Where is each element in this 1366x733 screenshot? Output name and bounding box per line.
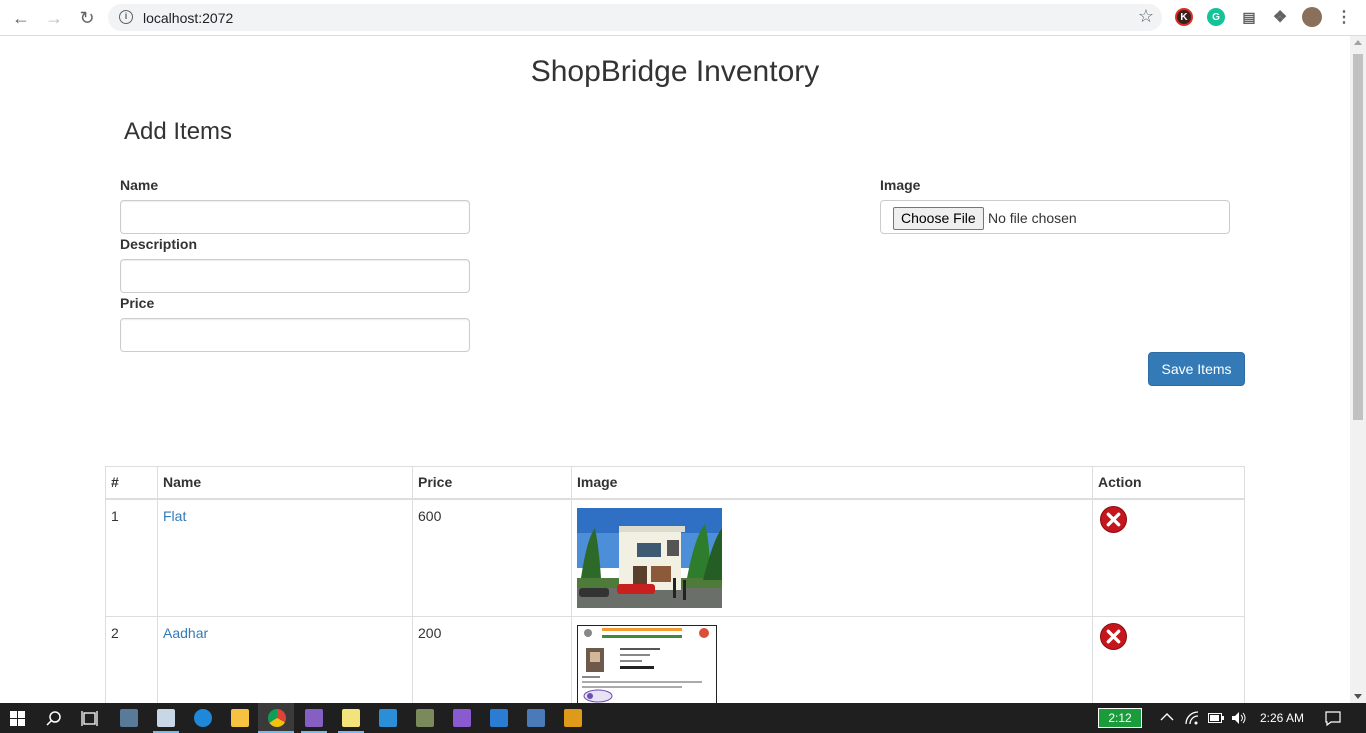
vertical-scrollbar[interactable] (1350, 36, 1366, 703)
windows-start-icon[interactable] (10, 711, 25, 726)
row-image-cell (571, 498, 1093, 617)
mail-icon[interactable] (490, 709, 508, 727)
row-image-cell (571, 616, 1093, 703)
file-status-text: No file chosen (988, 210, 1077, 226)
save-items-button[interactable]: Save Items (1148, 352, 1245, 386)
wifi-icon[interactable] (1184, 710, 1202, 726)
info-icon[interactable]: i (119, 10, 133, 24)
search-icon[interactable] (46, 711, 62, 727)
bookmark-star-icon[interactable]: ☆ (1138, 6, 1154, 27)
item-name-link[interactable]: Flat (163, 508, 186, 524)
header-name: Name (157, 466, 413, 500)
battery-icon[interactable] (1208, 713, 1224, 723)
notification-icon[interactable] (1325, 711, 1341, 726)
row-number: 1 (105, 498, 158, 617)
scroll-down-icon[interactable] (1354, 694, 1362, 699)
table-row: 1 Flat 600 (105, 498, 1245, 617)
extension-k-icon[interactable]: K (1175, 8, 1193, 26)
chart-extension-icon[interactable]: ▤ (1240, 8, 1258, 26)
scroll-thumb[interactable] (1353, 54, 1363, 420)
extensions-puzzle-icon[interactable]: ❖ (1271, 8, 1289, 26)
row-name-cell: Aadhar (157, 616, 413, 703)
header-price: Price (412, 466, 572, 500)
item-name-link[interactable]: Aadhar (163, 625, 208, 641)
row-price: 200 (412, 616, 572, 703)
id-card-photo (577, 625, 717, 703)
windows-taskbar: 2:12 2:26 AM (0, 703, 1366, 733)
reload-icon[interactable]: ↻ (75, 6, 99, 30)
header-action: Action (1092, 466, 1245, 500)
network-app-icon[interactable] (527, 709, 545, 727)
name-label: Name (120, 177, 159, 193)
browser-toolbar: ← → ↻ i localhost:2072 ☆ K G ▤ ❖ ⋮ (0, 0, 1366, 36)
battery-time-badge[interactable]: 2:12 (1098, 708, 1142, 728)
grammarly-extension-icon[interactable]: G (1207, 8, 1225, 26)
header-number: # (105, 466, 158, 500)
back-icon[interactable]: ← (9, 6, 33, 30)
tools-app-icon[interactable] (416, 709, 434, 727)
system-clock[interactable]: 2:26 AM (1260, 711, 1304, 725)
scroll-up-icon[interactable] (1354, 40, 1362, 45)
description-input[interactable] (120, 259, 470, 293)
profile-avatar[interactable] (1302, 7, 1322, 27)
page-title: ShopBridge Inventory (530, 55, 820, 88)
page-content: ShopBridge Inventory Add Items Name Desc… (0, 36, 1350, 703)
row-name-cell: Flat (157, 498, 413, 617)
price-input[interactable] (120, 318, 470, 352)
delete-icon[interactable] (1100, 623, 1127, 650)
photos-app-icon[interactable] (120, 709, 138, 727)
row-number: 2 (105, 616, 158, 703)
remote-app-icon[interactable] (157, 709, 175, 727)
choose-file-button[interactable]: Choose File (893, 207, 984, 230)
address-bar[interactable]: i localhost:2072 ☆ (108, 4, 1162, 31)
task-view-icon[interactable] (81, 711, 98, 726)
row-action-cell (1092, 498, 1245, 617)
header-image: Image (571, 466, 1093, 500)
menu-kebab-icon[interactable]: ⋮ (1335, 8, 1353, 26)
delete-icon[interactable] (1100, 506, 1127, 533)
edge-browser-icon[interactable] (194, 709, 212, 727)
description-label: Description (120, 236, 198, 252)
table-row: 2 Aadhar 200 (105, 616, 1245, 703)
image-file-input[interactable]: Choose File No file chosen (880, 200, 1230, 234)
table-header-row: # Name Price Image Action (105, 466, 1245, 500)
notes-app-icon[interactable] (342, 709, 360, 727)
forward-icon[interactable]: → (42, 6, 66, 30)
chrome-icon[interactable] (268, 709, 286, 727)
chevron-up-icon[interactable] (1160, 712, 1174, 722)
visual-studio-2-icon[interactable] (453, 709, 471, 727)
row-action-cell (1092, 616, 1245, 703)
volume-icon[interactable] (1231, 711, 1247, 725)
row-price: 600 (412, 498, 572, 617)
items-table: # Name Price Image Action 1 Flat 600 2 A… (105, 466, 1245, 703)
file-explorer-icon[interactable] (231, 709, 249, 727)
url-text[interactable]: localhost:2072 (143, 10, 233, 26)
price-label: Price (120, 295, 155, 311)
section-title: Add Items (124, 118, 233, 145)
image-label: Image (880, 177, 921, 193)
name-input[interactable] (120, 200, 470, 234)
vscode-icon[interactable] (379, 709, 397, 727)
house-photo (577, 508, 722, 608)
visual-studio-icon[interactable] (305, 709, 323, 727)
sublime-text-icon[interactable] (564, 709, 582, 727)
